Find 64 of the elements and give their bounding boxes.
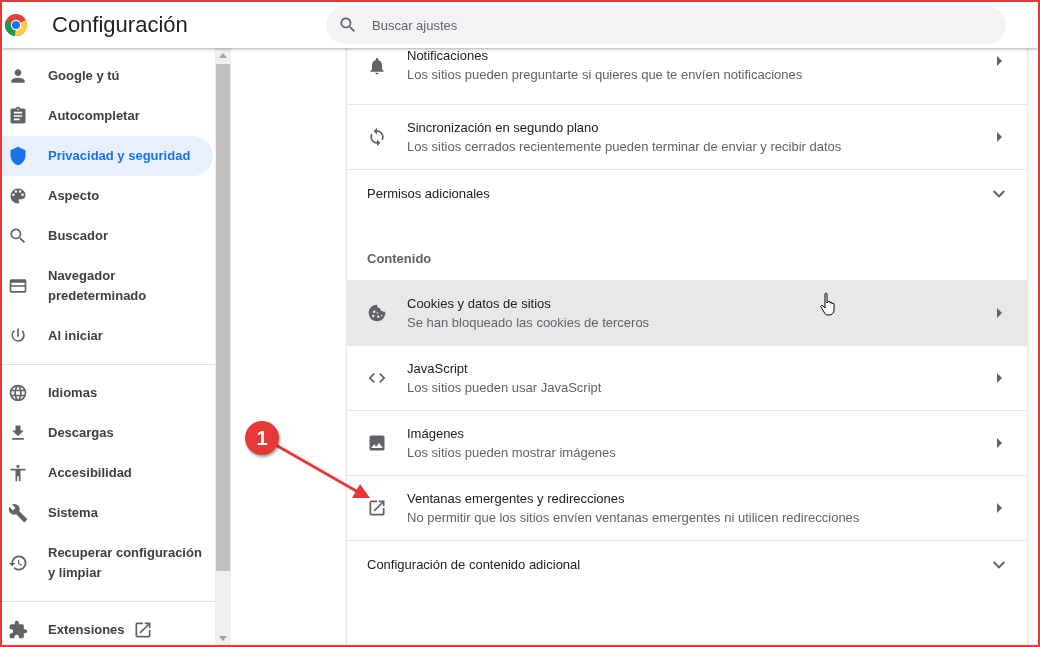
palette-icon (8, 186, 28, 206)
sidebar-item[interactable]: Privacidad y seguridad (2, 136, 213, 176)
sidebar-item[interactable]: Autocompletar (2, 96, 213, 136)
setting-description: Se han bloqueado las cookies de terceros (407, 315, 650, 330)
arrow-right-icon (996, 308, 1002, 318)
setting-title: Cookies y datos de sitios (407, 296, 551, 311)
page-title: Configuración (52, 12, 189, 38)
bell-icon (367, 56, 387, 76)
settings-row[interactable]: Imágenes Los sitios pueden mostrar imágenes (347, 410, 1027, 475)
setting-description: Los sitios pueden preguntarte si quieres que te envíen notificaciones (407, 67, 803, 82)
cookie-icon (367, 303, 387, 323)
open-in-new-icon (367, 498, 387, 518)
sidebar-item[interactable]: Descargas (2, 413, 213, 453)
history-icon (8, 553, 28, 573)
setting-description: Los sitios pueden usar JavaScript (407, 380, 602, 395)
search-icon (8, 226, 28, 246)
setting-title: Ventanas emergentes y redirecciones (407, 491, 625, 506)
arrow-right-icon (996, 56, 1002, 66)
chevron-down-icon (993, 560, 1005, 569)
puzzle-icon (8, 620, 28, 640)
accessibility-icon (8, 463, 28, 483)
settings-row[interactable]: Sincronización en segundo plano Los sitios cerrados recientemente pueden terminar de enviar y recibir datos (347, 104, 1027, 169)
chevron-down-icon (993, 189, 1005, 198)
settings-row[interactable]: Cookies y datos de sitios Se han bloqueado las cookies de terceros (347, 280, 1027, 345)
sidebar-item[interactable]: Recuperar configuración y limpiar (2, 533, 213, 593)
setting-description: No permitir que los sitios envíen ventanas emergentes ni utilicen redirecciones (407, 510, 860, 525)
scrollbar[interactable] (215, 48, 231, 645)
setting-description: Los sitios cerrados recientemente pueden terminar de enviar y recibir datos (407, 139, 842, 154)
wrench-icon (8, 503, 28, 523)
section-heading: Contenido (366, 250, 433, 268)
expander-row[interactable]: Permisos adicionales (347, 169, 1027, 217)
search-field[interactable]: Buscar ajustes (326, 6, 1006, 44)
sidebar-item[interactable]: Idiomas (2, 373, 213, 413)
sidebar-item[interactable]: Al iniciar (2, 316, 213, 356)
sidebar-item[interactable]: Buscador (2, 216, 213, 256)
sidebar-item[interactable]: Aspecto (2, 176, 213, 216)
search-icon (338, 15, 358, 35)
sidebar-item[interactable]: Google y tú (2, 56, 213, 96)
setting-title: Imágenes (407, 426, 465, 441)
settings-row[interactable]: JavaScript Los sitios pueden usar JavaScript (347, 345, 1027, 410)
image-icon (367, 433, 387, 453)
browser-window-icon (8, 276, 28, 296)
scroll-down-arrow-icon[interactable] (219, 635, 227, 641)
sidebar-item[interactable]: Sistema (2, 493, 213, 533)
arrow-right-icon (996, 132, 1002, 142)
setting-title: Notificaciones (407, 48, 488, 63)
arrow-right-icon (996, 373, 1002, 383)
arrow-right-icon (996, 503, 1002, 513)
sidebar-item[interactable]: Extensiones (2, 610, 213, 645)
hand-cursor-icon (819, 292, 837, 316)
sidebar-item[interactable]: Navegador predeterminado (2, 256, 213, 316)
scroll-up-arrow-icon[interactable] (219, 52, 227, 58)
expander-row[interactable]: Configuración de contenido adicional (347, 540, 1027, 588)
setting-description: Los sitios pueden mostrar imágenes (407, 445, 616, 460)
sync-icon (367, 127, 387, 147)
settings-row[interactable]: Notificaciones Los sitios pueden preguntarte si quieres que te envíen notificaciones (347, 48, 1027, 104)
setting-title: Sincronización en segundo plano (407, 120, 599, 135)
arrow-right-icon (996, 438, 1002, 448)
clipboard-icon (8, 106, 28, 126)
globe-icon (8, 383, 28, 403)
step-number-badge: 1 (245, 421, 279, 455)
sidebar-item[interactable]: Accesibilidad (2, 453, 213, 493)
setting-title: JavaScript (407, 361, 468, 376)
shield-icon (8, 146, 28, 166)
